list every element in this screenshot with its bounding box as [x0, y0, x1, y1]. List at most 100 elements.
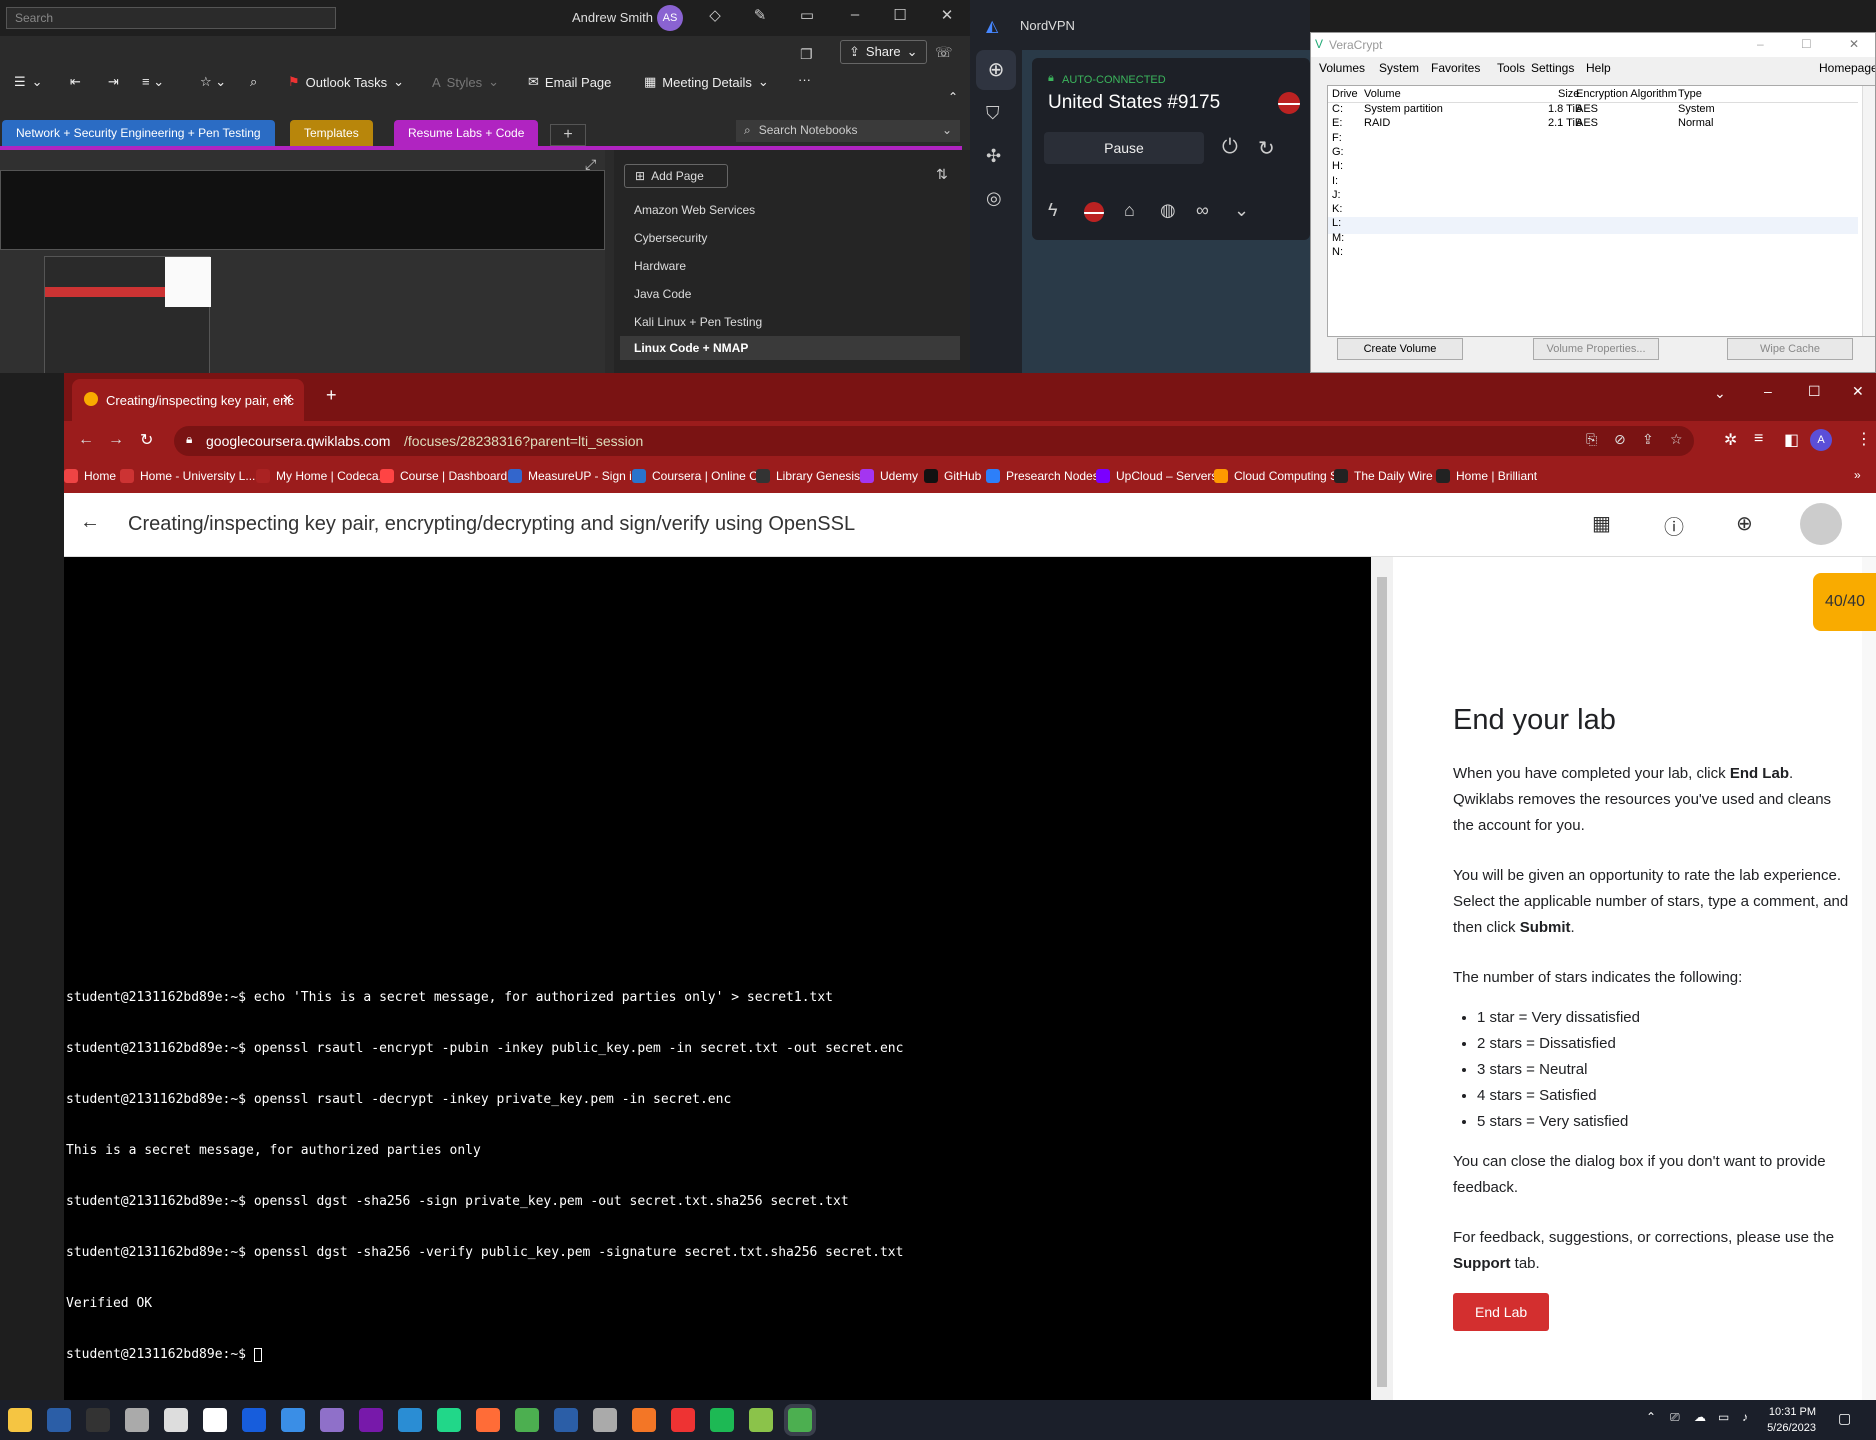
align-icon[interactable]: ≡ ⌄ — [142, 74, 164, 90]
email-page-button[interactable]: ✉ Email Page — [528, 74, 611, 90]
column-header[interactable]: Drive — [1332, 88, 1358, 100]
settings-icon[interactable] — [125, 1408, 149, 1432]
collapse-ribbon-icon[interactable]: ⌃ — [948, 90, 958, 104]
usb-icon[interactable]: ⎚ — [1670, 1410, 1680, 1425]
bookmark-item[interactable]: Home - University L... — [120, 469, 255, 483]
lightning-icon[interactable]: ϟ — [1048, 200, 1058, 221]
tab-templates[interactable]: Templates — [290, 120, 373, 146]
scrollbar-thumb[interactable] — [1377, 577, 1387, 1387]
close-icon[interactable]: ✕ — [1849, 37, 1859, 51]
chevron-up-icon[interactable]: ⌃ — [1646, 1410, 1656, 1424]
globe-icon[interactable]: ⊕ — [976, 50, 1016, 90]
avatar[interactable]: AS — [657, 5, 683, 31]
tag-icon[interactable]: ☆ ⌄ — [200, 74, 226, 90]
shield-icon[interactable]: ⛉ — [986, 103, 1000, 124]
create-volume-button[interactable]: Create Volume — [1337, 338, 1463, 360]
xmind-icon[interactable] — [671, 1408, 695, 1432]
new-tab-icon[interactable]: + — [326, 385, 337, 406]
outlook-tasks-button[interactable]: ⚑ Outlook Tasks ⌄ — [288, 74, 404, 90]
notepad-icon[interactable] — [164, 1408, 188, 1432]
visibility-off-icon[interactable]: ⊘ — [1614, 431, 1626, 448]
jupyter-icon[interactable] — [632, 1408, 656, 1432]
spotify-icon[interactable] — [710, 1408, 734, 1432]
page-item[interactable]: Kali Linux + Pen Testing — [634, 315, 762, 329]
bookmark-item[interactable]: Home — [64, 469, 116, 483]
dashboard-icon[interactable]: ▦ — [1592, 511, 1611, 536]
page-item-selected[interactable]: Linux Code + NMAP — [620, 336, 960, 360]
extensions-icon[interactable]: ✲ — [1724, 430, 1737, 450]
volume-icon[interactable]: ♪ — [1742, 1410, 1748, 1424]
back-arrow-icon[interactable]: ← — [80, 511, 100, 534]
close-icon[interactable]: ✕ — [1852, 383, 1864, 400]
chrome-icon[interactable] — [515, 1408, 539, 1432]
maximize-icon[interactable]: ☐ — [1808, 383, 1821, 400]
profile-avatar[interactable]: A — [1810, 429, 1832, 451]
install-icon[interactable]: ⎘ — [1586, 431, 1597, 448]
styles-button[interactable]: A Styles ⌄ — [432, 74, 499, 90]
maximize-icon[interactable]: ☐ — [1801, 37, 1812, 51]
dedicated-ip-icon[interactable]: ⌂ — [1124, 200, 1135, 221]
outdent-icon[interactable]: ⇤ — [70, 74, 81, 90]
share-icon[interactable]: ⇪ — [1642, 431, 1654, 448]
visual-studio-icon[interactable] — [320, 1408, 344, 1432]
terminal[interactable]: student@2131162bd89e:~$ echo 'This is a … — [64, 557, 1371, 1400]
minimize-icon[interactable]: – — [1757, 37, 1764, 51]
powershell-icon[interactable] — [47, 1408, 71, 1432]
file-explorer-icon[interactable] — [8, 1408, 32, 1432]
radar-icon[interactable]: ◎ — [986, 188, 1002, 209]
tab-network-security[interactable]: Network + Security Engineering + Pen Tes… — [2, 120, 275, 146]
menu-tools[interactable]: Tools — [1497, 61, 1525, 75]
bookmark-item[interactable]: Library Genesis — [756, 469, 860, 483]
page-item[interactable]: Hardware — [634, 259, 686, 273]
back-icon[interactable]: ← — [78, 431, 94, 449]
diamond-icon[interactable]: ◇ — [700, 6, 730, 24]
end-lab-button[interactable]: End Lab — [1453, 1293, 1550, 1331]
help-icon[interactable]: ⓘ — [1664, 511, 1684, 540]
app-icon[interactable] — [749, 1408, 773, 1432]
page-canvas[interactable]: ⤢ — [0, 150, 605, 373]
column-header[interactable]: Encryption Algorithm — [1576, 88, 1677, 100]
bitwarden-icon[interactable] — [242, 1408, 266, 1432]
tab-resume-labs[interactable]: Resume Labs + Code — [394, 120, 539, 146]
page-item[interactable]: Amazon Web Services — [634, 203, 755, 217]
pycharm-icon[interactable] — [437, 1408, 461, 1432]
bookmark-item[interactable]: Coursera | Online C... — [632, 469, 768, 483]
reload-icon[interactable]: ↻ — [140, 430, 153, 450]
bookmark-item[interactable]: UpCloud – Servers — [1096, 469, 1217, 483]
network-icon[interactable]: ▭ — [1718, 1410, 1729, 1424]
menu-volumes[interactable]: Volumes — [1319, 61, 1365, 75]
virtualbox-icon[interactable] — [593, 1408, 617, 1432]
page-item[interactable]: Java Code — [634, 287, 691, 301]
minimize-icon[interactable]: – — [1764, 383, 1772, 399]
refresh-icon[interactable]: ↻ — [1258, 136, 1275, 161]
drive-list-scrollbar[interactable] — [1862, 86, 1875, 336]
expand-icon[interactable]: ⤢ — [585, 156, 596, 173]
pause-button[interactable]: Pause — [1044, 132, 1204, 164]
menu-icon[interactable]: ⋮ — [1856, 429, 1872, 449]
close-tab-icon[interactable]: ✕ — [282, 391, 293, 407]
cloud-icon[interactable]: ☁ — [1694, 1410, 1706, 1424]
language-icon[interactable]: ⊕ — [1736, 511, 1753, 536]
vscode-icon[interactable] — [398, 1408, 422, 1432]
homepage-link[interactable]: Homepage — [1819, 61, 1875, 75]
side-panel-icon[interactable]: ◧ — [1784, 430, 1799, 450]
numbering-button[interactable]: ☰ ⌄ — [14, 74, 43, 90]
onion-icon[interactable]: ◍ — [1160, 200, 1176, 221]
bookmark-item[interactable]: The Daily Wire — [1334, 469, 1433, 483]
share-button[interactable]: ⇪ Share ⌄ — [840, 40, 927, 64]
chrome-active-icon[interactable] — [788, 1408, 812, 1432]
notifications-icon[interactable]: ▢ — [1838, 1410, 1851, 1427]
bookmark-item[interactable]: Course | Dashboard... — [380, 469, 517, 483]
drive-row[interactable]: N: — [1328, 246, 1858, 263]
volume-properties-button[interactable]: Volume Properties... — [1533, 338, 1659, 360]
meshnet-icon[interactable]: ✣ — [986, 146, 1001, 167]
account-avatar[interactable] — [1800, 503, 1842, 545]
bookmark-item[interactable]: Home | Brilliant — [1436, 469, 1537, 483]
menu-help[interactable]: Help — [1586, 61, 1611, 75]
bookmark-item[interactable]: GitHub — [924, 469, 981, 483]
postman-icon[interactable] — [476, 1408, 500, 1432]
restore-layout-icon[interactable]: ▭ — [792, 6, 822, 24]
menu-system[interactable]: System — [1379, 61, 1419, 75]
tab-search-icon[interactable]: ⌄ — [1714, 385, 1726, 402]
column-header[interactable]: Volume — [1364, 88, 1401, 100]
